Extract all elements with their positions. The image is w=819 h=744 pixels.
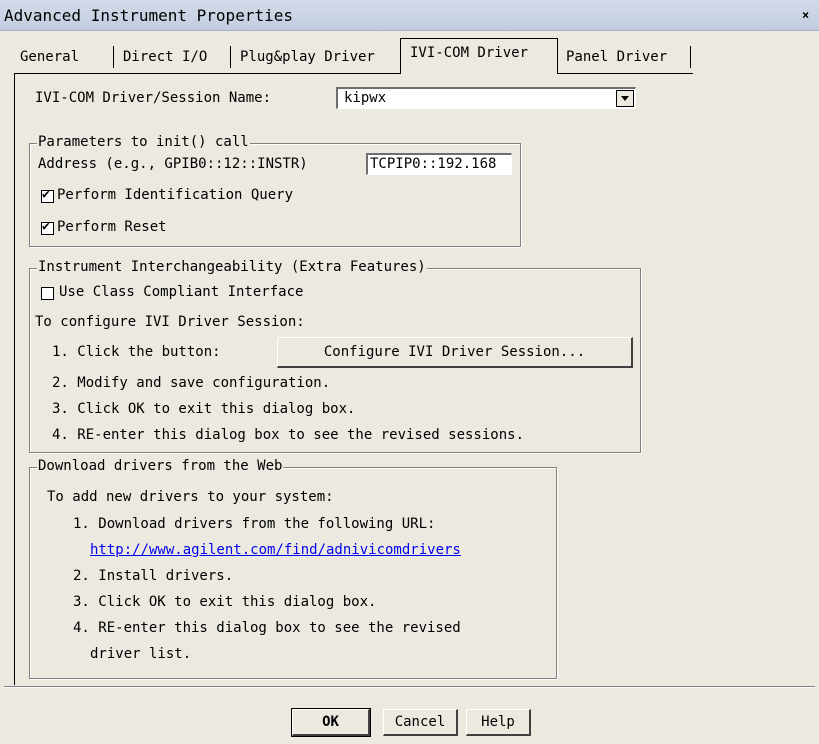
dropdown-button[interactable]: [616, 90, 634, 107]
checkmark-icon: ✔: [42, 219, 50, 234]
class-compliant-label: Use Class Compliant Interface: [59, 284, 304, 300]
download-step-4-cont: driver list.: [90, 646, 192, 662]
cancel-button[interactable]: Cancel: [383, 709, 458, 736]
reset-checkbox[interactable]: ✔: [41, 219, 54, 235]
class-compliant-checkbox[interactable]: [41, 287, 54, 300]
tab-separator: [230, 46, 231, 68]
ok-button[interactable]: OK: [291, 708, 371, 737]
help-button[interactable]: Help: [466, 709, 531, 736]
download-legend: Download drivers from the Web: [37, 458, 284, 474]
tab-panel-driver[interactable]: Panel Driver: [566, 44, 667, 70]
tab-plugplay-driver[interactable]: Plug&play Driver: [240, 44, 375, 70]
session-name-label: IVI-COM Driver/Session Name:: [35, 90, 272, 106]
configure-step-4: 4. RE-enter this dialog box to see the r…: [52, 427, 525, 443]
session-name-combo[interactable]: kipwx: [336, 87, 636, 109]
session-name-value: kipwx: [344, 90, 387, 106]
tab-separator: [113, 46, 114, 68]
id-query-checkbox[interactable]: ✔: [41, 187, 54, 203]
download-step-4: 4. RE-enter this dialog box to see the r…: [73, 620, 461, 636]
download-step-2: 2. Install drivers.: [73, 568, 234, 584]
tab-general[interactable]: General: [20, 44, 79, 70]
footer-divider: [4, 686, 815, 688]
tab-ivi-com-driver[interactable]: IVI-COM Driver: [410, 40, 528, 66]
drivers-url-link[interactable]: http://www.agilent.com/find/adnivicomdri…: [90, 542, 461, 558]
id-query-label: Perform Identification Query: [57, 187, 294, 203]
tab-page-top-border: [557, 73, 693, 74]
tab-direct-io[interactable]: Direct I/O: [123, 44, 207, 70]
reset-label: Perform Reset: [57, 219, 167, 235]
address-input[interactable]: TCPIP0::192.168: [366, 153, 512, 175]
tab-separator: [690, 46, 691, 68]
configure-step-1: 1. Click the button:: [52, 344, 221, 360]
configure-ivi-session-button[interactable]: Configure IVI Driver Session...: [277, 337, 633, 368]
tab-page-left-border: [14, 73, 15, 685]
configure-step-3: 3. Click OK to exit this dialog box.: [52, 401, 356, 417]
close-icon[interactable]: ×: [802, 8, 809, 22]
download-step-3: 3. Click OK to exit this dialog box.: [73, 594, 377, 610]
checkmark-icon: ✔: [42, 187, 50, 202]
interchange-legend: Instrument Interchangeability (Extra Fea…: [37, 259, 427, 275]
address-label: Address (e.g., GPIB0::12::INSTR): [38, 156, 308, 172]
download-step-1: 1. Download drivers from the following U…: [73, 516, 436, 532]
configure-step-2: 2. Modify and save configuration.: [52, 375, 331, 391]
init-params-legend: Parameters to init() call: [37, 134, 250, 150]
download-heading: To add new drivers to your system:: [47, 489, 334, 505]
chevron-down-icon: [621, 96, 629, 101]
title-bar: Advanced Instrument Properties ×: [0, 0, 819, 31]
tab-page-top-border: [14, 73, 400, 74]
window-title: Advanced Instrument Properties: [4, 6, 293, 25]
dialog-window: Advanced Instrument Properties × General…: [0, 0, 819, 744]
configure-heading: To configure IVI Driver Session:: [35, 314, 305, 330]
